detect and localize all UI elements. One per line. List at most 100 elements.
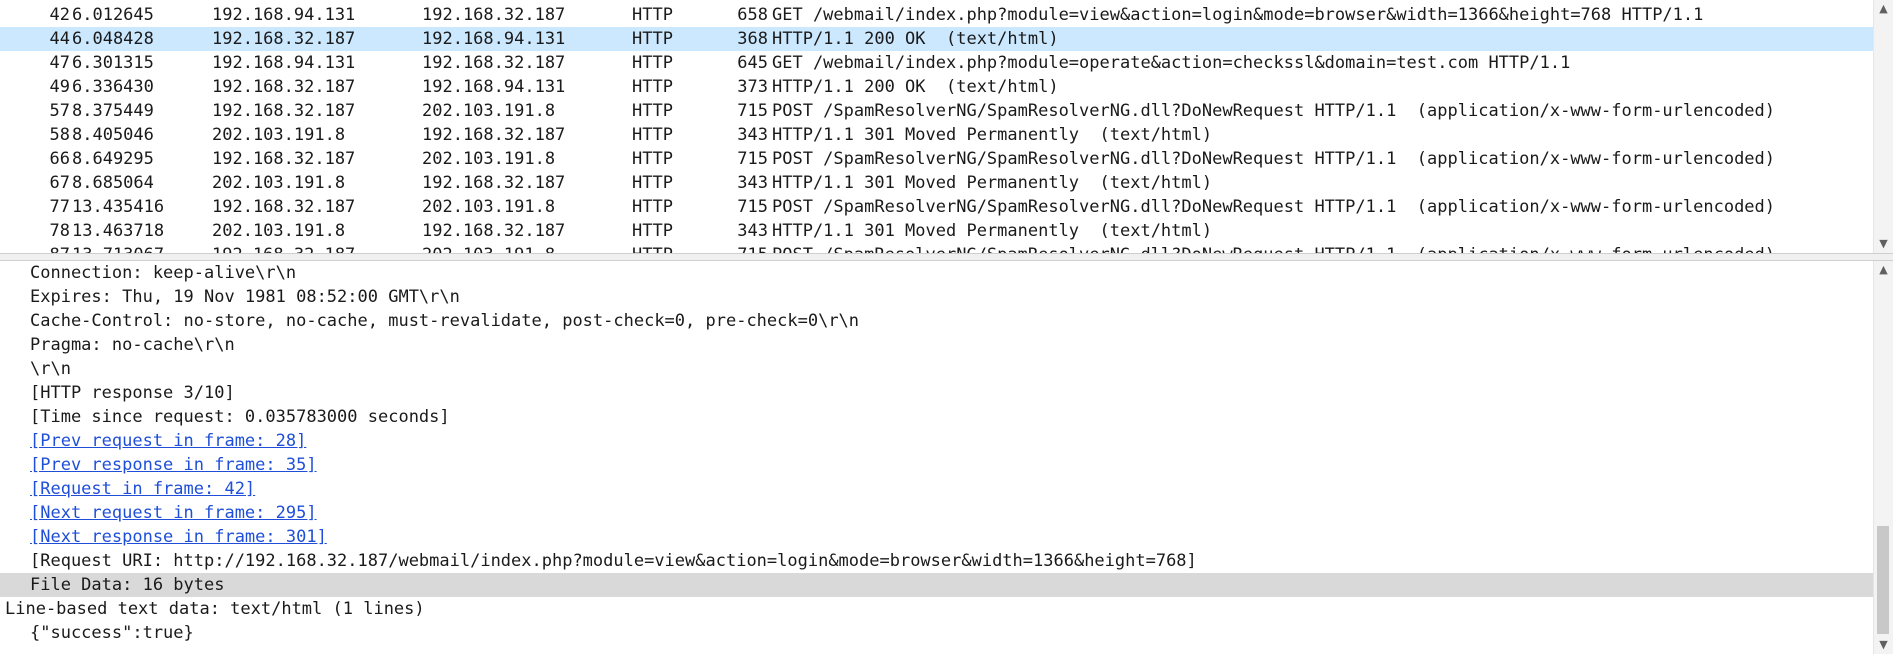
packet-row[interactable]: 44 6.048428 192.168.32.187 192.168.94.131 HT… — [0, 27, 1874, 51]
packet-info: POST /SpamResolverNG/SpamResolverNG.dll?… — [772, 197, 1776, 217]
detail-line[interactable]: {"success":true} — [0, 621, 1874, 645]
packet-length: 715 — [737, 197, 768, 217]
packet-number: 47 — [49, 53, 70, 73]
packet-row[interactable]: 42 6.012645 192.168.94.131 192.168.32.187 HT… — [0, 3, 1874, 27]
packet-number: 66 — [49, 149, 70, 169]
packet-source: 192.168.32.187 — [212, 243, 355, 253]
packet-length: 658 — [737, 5, 768, 25]
packet-time: 6.336430 — [72, 77, 154, 97]
detail-line[interactable]: [Request URI: http://192.168.32.187/webm… — [0, 549, 1874, 573]
packet-time: 13.713067 — [72, 243, 164, 253]
packet-info: HTTP/1.1 200 OK (text/html) — [772, 77, 1059, 97]
packet-time: 13.435416 — [72, 197, 165, 217]
packet-destination: 202.103.191.8 — [422, 101, 556, 121]
detail-line[interactable]: [Next response in frame: 301] — [0, 525, 1874, 549]
packet-protocol: HTTP — [632, 125, 673, 145]
packet-destination: 192.168.32.187 — [422, 125, 566, 145]
detail-line[interactable]: [Next request in frame: 295] — [0, 501, 1874, 525]
scrollbar-thumb[interactable] — [1877, 526, 1889, 634]
frame-link[interactable]: [Next request in frame: 295] — [30, 503, 317, 523]
detail-line[interactable]: Connection: keep-alive\r\n — [0, 261, 1874, 285]
packet-time: 8.375449 — [72, 101, 154, 121]
detail-line[interactable]: [Request in frame: 42] — [0, 477, 1874, 501]
frame-link[interactable]: [Prev request in frame: 28] — [30, 431, 306, 451]
frame-link[interactable]: [Request in frame: 42] — [30, 479, 255, 499]
detail-line[interactable]: File Data: 16 bytes — [0, 573, 1874, 597]
packet-time: 8.405046 — [72, 125, 154, 145]
packet-source: 202.103.191.8 — [212, 125, 346, 145]
packet-number: 58 — [49, 125, 70, 145]
packet-destination: 192.168.94.131 — [422, 29, 566, 49]
packet-row[interactable]: 49 6.336430 192.168.32.187 192.168.94.131 HT… — [0, 75, 1874, 99]
packet-number: 78 — [49, 221, 70, 241]
detail-text: {"success":true} — [30, 623, 194, 643]
packet-length: 715 — [737, 149, 768, 169]
packet-destination: 192.168.94.131 — [422, 77, 566, 97]
frame-link[interactable]: [Next response in frame: 301] — [30, 527, 327, 547]
packet-number: 77 — [49, 197, 70, 217]
packet-row[interactable]: 47 6.301315 192.168.94.131 192.168.32.187 HT… — [0, 51, 1874, 75]
packet-row[interactable]: 8713.713067 192.168.32.187 202.103.191.8 HT… — [0, 243, 1874, 253]
packet-length: 715 — [737, 101, 768, 121]
packet-row[interactable]: 57 8.375449 192.168.32.187 202.103.191.8 HTT… — [0, 99, 1874, 123]
packet-protocol: HTTP — [632, 221, 673, 241]
packet-length: 343 — [737, 221, 768, 241]
detail-line[interactable]: [Prev request in frame: 28] — [0, 429, 1874, 453]
detail-line[interactable]: Pragma: no-cache\r\n — [0, 333, 1874, 357]
packet-length: 645 — [737, 53, 768, 73]
detail-text: Expires: Thu, 19 Nov 1981 08:52:00 GMT\r… — [30, 287, 460, 307]
packet-destination: 192.168.32.187 — [422, 173, 566, 193]
packet-length: 368 — [737, 29, 768, 49]
packet-info: GET /webmail/index.php?module=operate&ac… — [772, 53, 1571, 73]
packet-row[interactable]: 77 13.435416 192.168.32.187 202.103.191.8 HT… — [0, 195, 1874, 219]
detail-line[interactable]: \r\n — [0, 357, 1874, 381]
packet-row[interactable]: 78 13.463718 202.103.191.8 192.168.32.187 HT… — [0, 219, 1874, 243]
packet-source: 202.103.191.8 — [212, 221, 346, 241]
detail-section-header[interactable]: Line-based text data: text/html (1 lines… — [0, 597, 1874, 621]
packet-source: 192.168.94.131 — [212, 5, 356, 25]
packet-row[interactable]: 67 8.685064 202.103.191.8 192.168.32.187 HTT… — [0, 171, 1874, 195]
packet-time: 13.463718 — [72, 221, 165, 241]
packet-destination: 202.103.191.8 — [422, 149, 556, 169]
packet-details-tree: Connection: keep-alive\r\n Expires: Thu, … — [0, 261, 1874, 645]
packet-length: 715 — [712, 243, 768, 253]
packet-protocol: HTTP — [632, 77, 673, 97]
packet-number: 44 — [49, 29, 70, 49]
detail-line[interactable]: Cache-Control: no-store, no-cache, must-… — [0, 309, 1874, 333]
packet-length: 373 — [737, 77, 768, 97]
packet-destination: 202.103.191.8 — [422, 197, 556, 217]
packet-row[interactable]: 58 8.405046 202.103.191.8 192.168.32.187 HTT… — [0, 123, 1874, 147]
detail-text: [Time since request: 0.035783000 seconds… — [30, 407, 450, 427]
packet-number: 87 — [20, 243, 70, 253]
frame-link[interactable]: [Prev response in frame: 35] — [30, 455, 317, 475]
packet-info: GET /webmail/index.php?module=view&actio… — [772, 5, 1704, 25]
detail-text: Cache-Control: no-store, no-cache, must-… — [30, 311, 860, 331]
pane-splitter[interactable] — [0, 253, 1893, 261]
detail-line[interactable]: [Prev response in frame: 35] — [0, 453, 1874, 477]
packet-details-scrollbar[interactable]: ▲ ▼ — [1873, 261, 1893, 654]
packet-row[interactable]: 66 8.649295 192.168.32.187 202.103.191.8 HTT… — [0, 147, 1874, 171]
packet-time: 8.685064 — [72, 173, 154, 193]
detail-line[interactable]: [HTTP response 3/10] — [0, 381, 1874, 405]
packet-source: 202.103.191.8 — [212, 173, 346, 193]
detail-text: Pragma: no-cache\r\n — [30, 335, 235, 355]
packet-info: POST /SpamResolverNG/SpamResolverNG.dll?… — [772, 243, 1775, 253]
scroll-up-arrow-icon[interactable]: ▲ — [1874, 0, 1893, 18]
detail-line[interactable]: Expires: Thu, 19 Nov 1981 08:52:00 GMT\r… — [0, 285, 1874, 309]
packet-time: 8.649295 — [72, 149, 154, 169]
packet-number: 57 — [49, 101, 70, 121]
packet-source: 192.168.32.187 — [212, 29, 356, 49]
detail-line[interactable]: [Time since request: 0.035783000 seconds… — [0, 405, 1874, 429]
scroll-up-arrow-icon[interactable]: ▲ — [1874, 261, 1893, 279]
packet-info: HTTP/1.1 301 Moved Permanently (text/htm… — [772, 125, 1213, 145]
packet-length: 343 — [737, 125, 768, 145]
scroll-down-arrow-icon[interactable]: ▼ — [1874, 636, 1893, 654]
scroll-down-arrow-icon[interactable]: ▼ — [1874, 235, 1893, 253]
detail-text: [Request URI: http://192.168.32.187/webm… — [30, 551, 1197, 571]
packet-list: 42 6.012645 192.168.94.131 192.168.32.187 HT… — [0, 3, 1874, 253]
packet-number: 67 — [49, 173, 70, 193]
packet-protocol: HTTP — [632, 101, 673, 121]
packet-number: 42 — [49, 5, 70, 25]
detail-text: File Data: 16 bytes — [30, 575, 225, 595]
packet-list-scrollbar[interactable]: ▲ ▼ — [1873, 0, 1893, 253]
